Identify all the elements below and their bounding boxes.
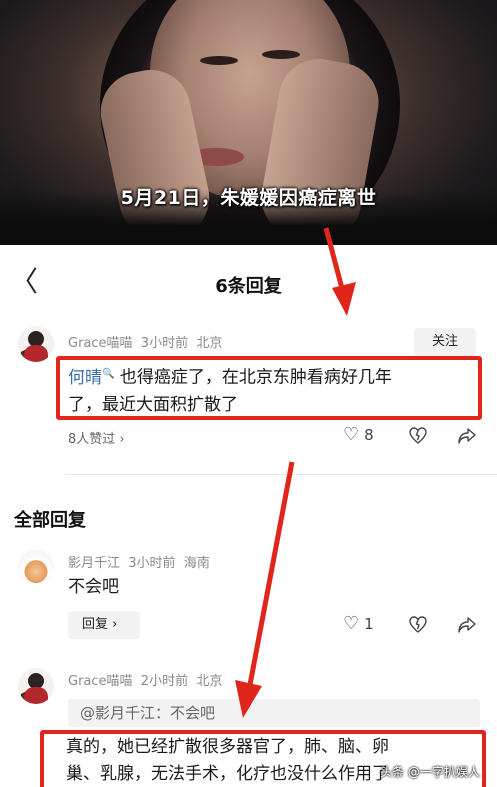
reply-author[interactable]: 影月千江 3小时前 海南 — [68, 552, 210, 571]
page-title: 6条回复 — [215, 276, 282, 297]
share-icon — [458, 617, 476, 633]
dislike-icon — [409, 427, 427, 444]
avatar[interactable] — [18, 550, 54, 586]
dislike-button[interactable] — [408, 426, 428, 446]
reply-author[interactable]: Grace喵喵 2小时前 北京 — [68, 670, 222, 689]
reply-text: 真的，她已经扩散很多器官了，肺、脑、卵 巢、乳腺，无法手术，化疗也没什么作用了 — [66, 737, 389, 784]
comment-text: 何晴🔍 也得癌症了，在北京东肿看病好几年 了，最近大面积扩散了 — [68, 367, 392, 415]
heart-icon: ♡ — [343, 424, 360, 445]
avatar[interactable] — [18, 326, 54, 362]
reply-text: 不会吧 — [68, 577, 119, 597]
share-button[interactable] — [457, 426, 477, 446]
comment-author[interactable]: Grace喵喵 3小时前 北京 — [68, 332, 222, 351]
right-eye — [262, 50, 300, 59]
video-frame[interactable]: 5月21日，朱媛媛因癌症离世 — [0, 0, 497, 245]
mention-link[interactable]: 何晴🔍 — [68, 368, 114, 388]
left-eye — [200, 56, 238, 65]
like-button[interactable]: ♡ 8 — [343, 424, 374, 445]
share-button[interactable] — [457, 615, 477, 635]
annotation-arrow — [246, 461, 295, 691]
like-button[interactable]: ♡ 1 — [343, 613, 374, 634]
follow-button[interactable]: 关注 — [414, 328, 476, 356]
quoted-reply: @影月千江：不会吧 — [68, 699, 480, 727]
section-title: 全部回复 — [14, 510, 86, 531]
reply-button[interactable]: 回复 › — [68, 611, 140, 639]
likes-summary[interactable]: 8人赞过 › — [68, 428, 125, 447]
avatar[interactable] — [18, 668, 54, 704]
video-caption: 5月21日，朱媛媛因癌症离世 — [120, 187, 377, 209]
heart-icon: ♡ — [343, 613, 360, 634]
share-icon — [458, 428, 476, 444]
divider — [65, 474, 497, 475]
watermark: 头条 @一字扒娱人 — [380, 765, 480, 779]
dislike-button[interactable] — [408, 615, 428, 635]
dislike-icon — [409, 616, 427, 633]
